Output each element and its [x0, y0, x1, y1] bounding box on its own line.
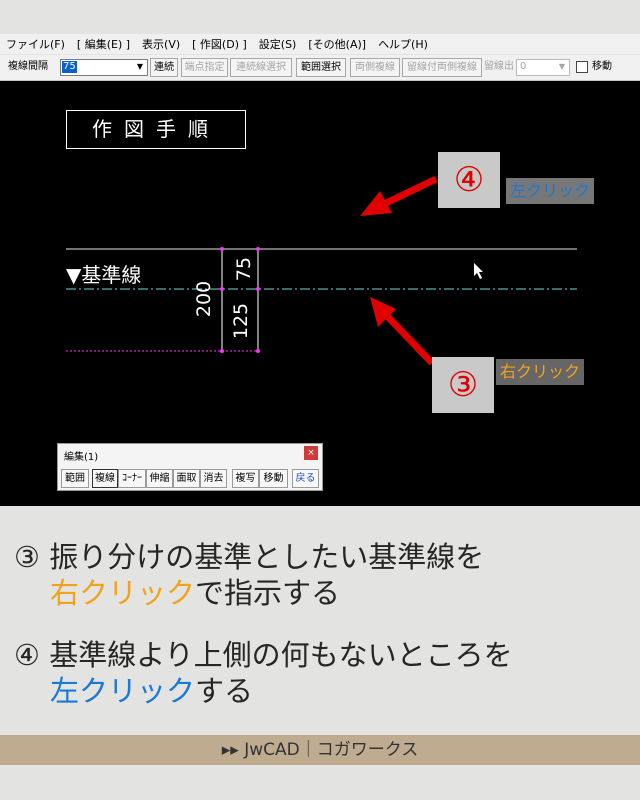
menu-edit[interactable]: [ 編集(E) ]: [77, 36, 130, 52]
instruction-caption: ③ 振り分けの基準としたい基準線を 右クリックで指示する ④ 基準線より上側の何…: [0, 508, 640, 734]
stay-both-button[interactable]: 留線付両側複線: [402, 58, 482, 77]
arrow-right-click-shaft: [385, 314, 435, 366]
multiline-interval-label: 複線間隔: [8, 61, 48, 72]
step-4-badge: ④: [438, 152, 500, 208]
mouse-cursor-icon: [474, 263, 483, 279]
top-margin: [0, 0, 640, 34]
procedure-title: 作図手順: [66, 110, 246, 149]
right-click-tag: 右クリック: [496, 359, 585, 385]
dim-point: [256, 349, 260, 353]
arrow-left-click-shaft: [380, 175, 438, 209]
continuous-select-button[interactable]: 連続線選択: [230, 58, 292, 77]
chevron-down-icon[interactable]: ▼: [556, 61, 568, 73]
footer-bar: ▸▸ JwCAD｜コガワークス: [0, 735, 640, 765]
left-click-tag: 左クリック: [506, 178, 595, 204]
move-checkbox[interactable]: [576, 61, 588, 73]
menu-view[interactable]: 表示(V): [142, 36, 180, 52]
dim-point: [220, 349, 224, 353]
palette-title: 編集(1): [64, 452, 99, 463]
close-icon[interactable]: ×: [304, 446, 318, 460]
palette-back-button[interactable]: 戻る: [292, 469, 319, 488]
dim-point: [256, 247, 260, 251]
menu-help[interactable]: ヘルプ(H): [378, 36, 428, 52]
base-line-label: ▼基準線: [66, 263, 142, 287]
left-click-highlight: 左クリック: [50, 674, 196, 708]
endpoint-button[interactable]: 端点指定: [181, 58, 228, 77]
menu-other[interactable]: [その他(A)]: [308, 36, 366, 52]
multiline-interval-combo[interactable]: 75 ▼: [60, 59, 148, 76]
step-3-subline: 右クリックで指示する: [50, 570, 340, 612]
palette-corner-button[interactable]: ｺｰﾅｰ: [118, 469, 146, 488]
menu-draw[interactable]: [ 作図(D) ]: [192, 36, 247, 52]
palette-move-button[interactable]: 移動: [259, 469, 288, 488]
renzoku-button[interactable]: 連続: [150, 58, 178, 77]
dimension-125: 125: [230, 302, 252, 340]
palette-chamfer-button[interactable]: 面取: [173, 469, 200, 488]
edit-palette: 編集(1) × 範囲 複線 ｺｰﾅｰ 伸縮 面取 消去 複写 移動 戻る: [57, 443, 323, 491]
palette-range-button[interactable]: 範囲: [61, 469, 89, 488]
dim-point: [220, 287, 224, 291]
chevron-down-icon[interactable]: ▼: [134, 61, 146, 73]
palette-erase-button[interactable]: 消去: [200, 469, 227, 488]
step-4-subline: 左クリックする: [50, 668, 253, 710]
step-3-badge: ③: [432, 357, 494, 413]
palette-copy-button[interactable]: 複写: [232, 469, 259, 488]
dimension-75: 75: [233, 256, 255, 282]
stay-out-label: 留線出: [484, 61, 514, 72]
move-label: 移動: [592, 61, 612, 72]
right-click-highlight: 右クリック: [50, 576, 196, 610]
multiline-interval-value: 75: [62, 61, 77, 73]
stay-out-value: 0: [520, 61, 527, 72]
stay-out-combo[interactable]: 0 ▼: [516, 59, 570, 76]
step-4-rest: する: [195, 674, 254, 708]
range-select-button[interactable]: 範囲選択: [296, 58, 346, 77]
menu-file[interactable]: ファイル(F): [6, 36, 65, 52]
both-multiline-button[interactable]: 両側複線: [350, 58, 400, 77]
dimension-200: 200: [193, 280, 215, 318]
step-3-rest: で指示する: [195, 576, 341, 610]
bottom-margin: [0, 765, 640, 800]
palette-multiline-button[interactable]: 複線: [92, 469, 118, 488]
palette-stretch-button[interactable]: 伸縮: [146, 469, 173, 488]
toolbar: 複線間隔 75 ▼ 連続 端点指定 連続線選択 範囲選択 両側複線 留線付両側複…: [0, 55, 640, 81]
dim-point: [256, 287, 260, 291]
dim-point: [220, 247, 224, 251]
menu-settings[interactable]: 設定(S): [259, 36, 297, 52]
menu-bar: ファイル(F) [ 編集(E) ] 表示(V) [ 作図(D) ] 設定(S) …: [0, 34, 640, 54]
